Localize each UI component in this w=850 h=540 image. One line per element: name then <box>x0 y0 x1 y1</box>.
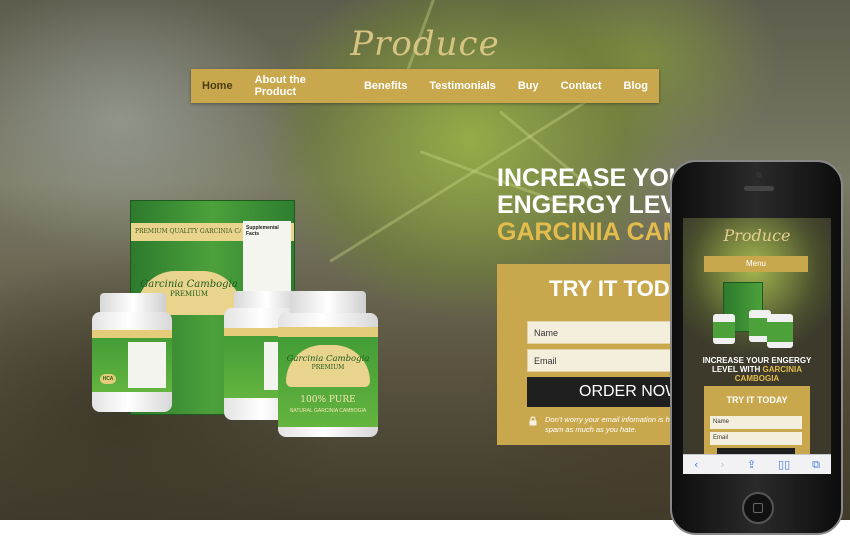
mobile-bottle <box>767 314 793 348</box>
mobile-bottle <box>713 314 735 344</box>
nav-about-the-product[interactable]: About the Product <box>244 74 353 98</box>
mobile-headline-line-2: LEVEL WITH GARCINIA <box>683 365 831 374</box>
mobile-menu-button[interactable]: Menu <box>704 256 808 272</box>
bottle-label: Garcinia Cambogia PREMIUM 100% PURE NATU… <box>278 327 378 427</box>
safari-toolbar: ‹ › ⇪ ▯▯ ⧉ <box>683 454 831 474</box>
home-button-icon <box>753 503 763 513</box>
mobile-headline: INCREASE YOUR ENGERGY LEVEL WITH GARCINI… <box>683 356 831 383</box>
forward-icon[interactable]: › <box>720 459 724 470</box>
phone-speaker <box>744 186 774 191</box>
label-gold-band <box>92 330 172 338</box>
nav-contact[interactable]: Contact <box>550 80 613 92</box>
label-gold-band <box>278 327 378 337</box>
front-natural: NATURAL GARCINIA CAMBOGIA <box>289 408 367 414</box>
bottle-left: HCA <box>92 312 172 412</box>
nav-home[interactable]: Home <box>191 80 244 92</box>
mobile-headline-line-1: INCREASE YOUR ENGERGY <box>702 356 812 365</box>
nav-blog[interactable]: Blog <box>613 80 659 92</box>
mobile-name-field[interactable]: Name <box>710 416 802 429</box>
phone-camera <box>756 172 762 178</box>
share-icon[interactable]: ⇪ <box>747 459 756 470</box>
box-brand: Garcinia Cambogia <box>140 279 238 290</box>
mobile-headline-line-2-accent: GARCINIA <box>762 365 803 374</box>
front-premium: PREMIUM <box>311 364 345 371</box>
facts-panel <box>128 342 166 388</box>
home-button[interactable] <box>742 492 774 524</box>
front-brand: Garcinia Cambogia <box>286 354 370 364</box>
bottle-label: HCA <box>92 330 172 392</box>
supplement-facts-title: Supplemental Facts <box>246 225 279 237</box>
phone-screen: Produce Menu INCREASE YOUR ENGERGY LEVEL… <box>683 218 831 474</box>
lock-icon <box>529 416 537 426</box>
signup-form: TRY IT TOD Name Email ORDER NOW Don't wo… <box>497 264 697 445</box>
mobile-logo[interactable]: Produce <box>683 226 831 245</box>
mobile-email-field[interactable]: Email <box>710 432 802 445</box>
tabs-icon[interactable]: ⧉ <box>812 459 820 470</box>
front-label: Garcinia Cambogia PREMIUM <box>286 345 370 387</box>
nav-testimonials[interactable]: Testimonials <box>418 80 506 92</box>
front-pure: 100% PURE <box>300 395 356 405</box>
mobile-headline-line-3: CAMBOGIA <box>734 374 780 383</box>
box-top-text: PREMIUM QUALITY GARCINIA CAMBOGIA <box>135 228 241 235</box>
nav-buy[interactable]: Buy <box>507 80 550 92</box>
bottle-front: Garcinia Cambogia PREMIUM 100% PURE NATU… <box>278 313 378 437</box>
main-nav: Home About the Product Benefits Testimon… <box>191 69 659 103</box>
form-title: TRY IT TOD <box>549 276 670 301</box>
site-logo[interactable]: Produce <box>0 24 850 64</box>
mobile-headline-line-2-plain: LEVEL WITH <box>711 365 763 374</box>
bookmarks-icon[interactable]: ▯▯ <box>778 459 790 470</box>
back-icon[interactable]: ‹ <box>694 459 698 470</box>
nav-benefits[interactable]: Benefits <box>353 80 418 92</box>
hca-badge: HCA <box>100 374 116 384</box>
phone-mockup: Produce Menu INCREASE YOUR ENGERGY LEVEL… <box>670 160 843 535</box>
mobile-form-title: TRY IT TODAY <box>726 395 788 405</box>
